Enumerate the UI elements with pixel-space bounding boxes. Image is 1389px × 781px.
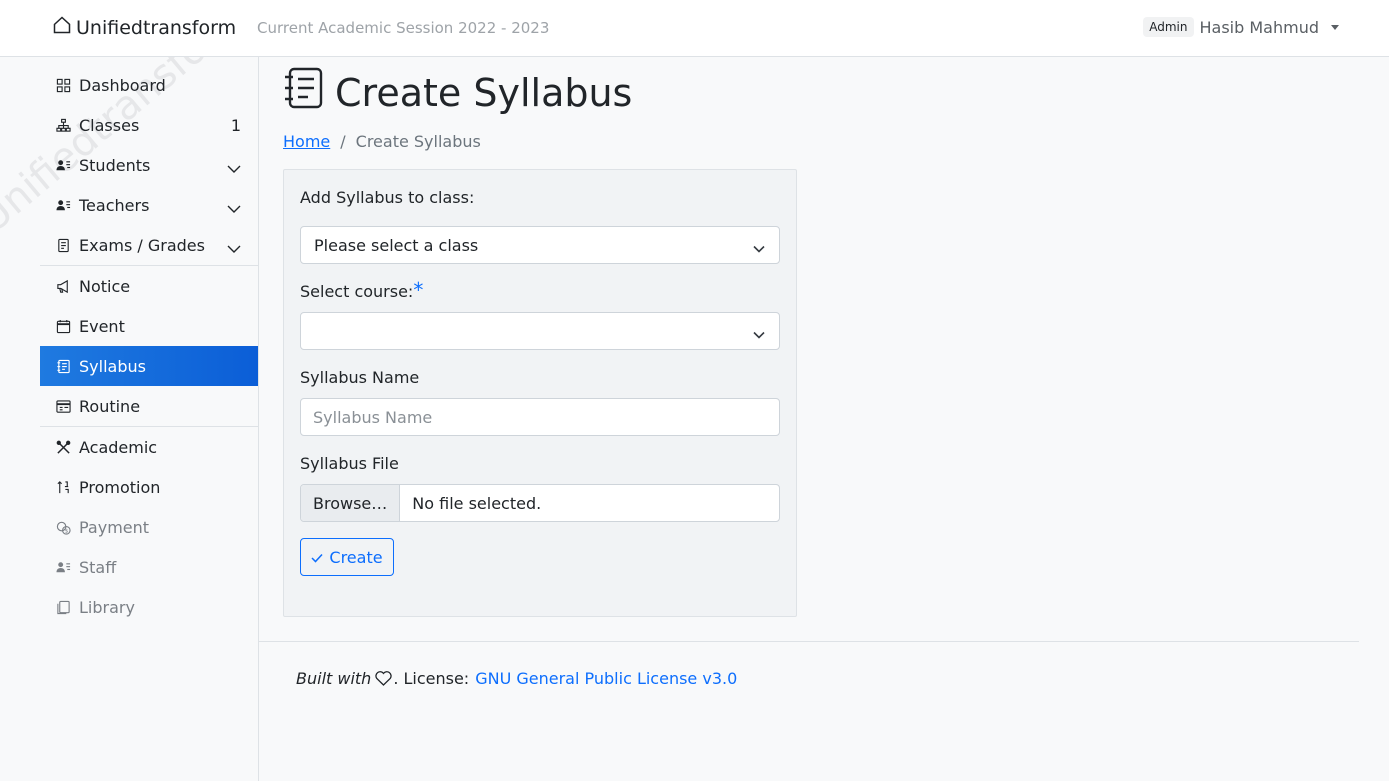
syllabus-name-input[interactable]	[300, 398, 780, 436]
breadcrumb-current: Create Syllabus	[355, 132, 481, 151]
course-select-label: Select course:*	[300, 278, 423, 302]
class-select-label: Add Syllabus to class:	[300, 188, 475, 207]
house-icon	[52, 15, 72, 40]
footer-divider	[259, 641, 1359, 642]
sidebar-item-label: Classes	[79, 115, 140, 135]
academic-session: Current Academic Session 2022 - 2023	[257, 19, 550, 37]
user-menu-toggle[interactable]: Admin Hasib Mahmud	[1143, 17, 1339, 37]
chevron-down-icon	[227, 199, 241, 218]
sidebar-item-label: Exams / Grades	[79, 235, 205, 255]
syllabus-name-label: Syllabus Name	[300, 368, 420, 387]
chevron-down-icon	[227, 239, 241, 258]
sidebar-item-library[interactable]: Library	[40, 587, 258, 627]
grid-icon	[55, 77, 71, 93]
sidebar-item-label: Academic	[79, 437, 158, 457]
top-navbar: Unifiedtransform Current Academic Sessio…	[0, 0, 1389, 57]
sidebar-item-routine[interactable]: Routine	[40, 386, 258, 426]
license-prefix: . License:	[393, 669, 470, 688]
browse-button[interactable]: Browse…	[301, 485, 401, 521]
syllabus-file-label: Syllabus File	[300, 454, 399, 473]
breadcrumb-separator: /	[340, 132, 346, 151]
caret-down-icon	[1331, 24, 1339, 30]
main-content: Create Syllabus Home / Create Syllabus A…	[259, 57, 1389, 781]
calendar-table-icon	[55, 398, 71, 414]
person-lines-icon	[55, 157, 71, 173]
person-lines-icon	[55, 559, 71, 575]
classes-count: 1	[230, 115, 241, 135]
sidebar-item-label: Payment	[79, 517, 150, 537]
sidebar-item-label: Promotion	[79, 477, 161, 497]
role-badge: Admin	[1143, 17, 1194, 37]
sidebar-item-label: Event	[79, 316, 125, 336]
sidebar: Unifiedtransform Dashboard Classes 1 Stu…	[0, 57, 259, 781]
journal-text-icon	[55, 358, 71, 374]
breadcrumb-home-link[interactable]: Home	[283, 132, 330, 151]
chevron-down-icon	[753, 325, 765, 344]
create-syllabus-form: Add Syllabus to class: Please select a c…	[283, 169, 797, 617]
cash-coin-icon: $	[55, 519, 71, 535]
sort-numeric-icon	[55, 479, 71, 495]
diagram-icon	[55, 117, 71, 133]
sidebar-item-label: Routine	[79, 396, 141, 416]
sidebar-item-label: Notice	[79, 276, 131, 296]
sidebar-item-label: Library	[79, 597, 135, 617]
sidebar-item-exams-grades[interactable]: Exams / Grades	[40, 225, 258, 265]
sidebar-item-label: Teachers	[79, 195, 150, 215]
required-asterisk: *	[413, 278, 424, 302]
license-link[interactable]: GNU General Public License v3.0	[475, 669, 737, 688]
sidebar-item-dashboard[interactable]: Dashboard	[40, 65, 258, 105]
sidebar-item-academic[interactable]: Academic	[40, 427, 258, 467]
create-button[interactable]: Create	[300, 538, 394, 576]
class-select-value: Please select a class	[314, 235, 479, 255]
sidebar-item-notice[interactable]: Notice	[40, 266, 258, 306]
sidebar-item-event[interactable]: Event	[40, 306, 258, 346]
brand-name: Unifiedtransform	[76, 16, 237, 39]
sidebar-item-students[interactable]: Students	[40, 145, 258, 185]
page-title: Create Syllabus	[283, 67, 632, 118]
sidebar-item-label: Staff	[79, 557, 117, 577]
brand-link[interactable]: Unifiedtransform	[52, 15, 236, 40]
class-select[interactable]: Please select a class	[300, 226, 780, 264]
journal-text-icon	[283, 67, 323, 118]
journals-icon	[55, 599, 71, 615]
sidebar-item-staff[interactable]: Staff	[40, 547, 258, 587]
sidebar-item-label: Dashboard	[79, 75, 166, 95]
file-status: No file selected.	[412, 493, 542, 513]
file-text-icon	[55, 237, 71, 253]
calendar-icon	[55, 318, 71, 334]
chevron-down-icon	[227, 159, 241, 178]
user-name: Hasib Mahmud	[1199, 17, 1320, 37]
sidebar-item-classes[interactable]: Classes 1	[40, 105, 258, 145]
sidebar-item-teachers[interactable]: Teachers	[40, 185, 258, 225]
svg-text:$: $	[64, 528, 68, 534]
sidebar-nav: Dashboard Classes 1 Students Teachers Ex…	[40, 65, 258, 627]
built-with-text: Built with	[296, 669, 372, 688]
sidebar-item-promotion[interactable]: Promotion	[40, 467, 258, 507]
page-title-text: Create Syllabus	[335, 70, 633, 115]
create-button-label: Create	[329, 547, 383, 567]
sidebar-item-label: Students	[79, 155, 151, 175]
sidebar-item-label: Syllabus	[79, 356, 146, 376]
sidebar-item-payment[interactable]: $ Payment	[40, 507, 258, 547]
course-select-label-text: Select course:	[300, 282, 414, 301]
breadcrumb: Home / Create Syllabus	[283, 132, 481, 151]
megaphone-icon	[55, 278, 71, 294]
check-icon	[311, 548, 323, 567]
tools-icon	[55, 439, 71, 455]
person-lines-icon	[55, 197, 71, 213]
sidebar-item-syllabus[interactable]: Syllabus	[40, 346, 258, 386]
footer: Built with . License: GNU General Public…	[296, 669, 737, 688]
heart-icon	[375, 671, 392, 686]
chevron-down-icon	[753, 239, 765, 258]
course-select[interactable]	[300, 312, 780, 350]
syllabus-file-input[interactable]: Browse… No file selected.	[300, 484, 780, 522]
